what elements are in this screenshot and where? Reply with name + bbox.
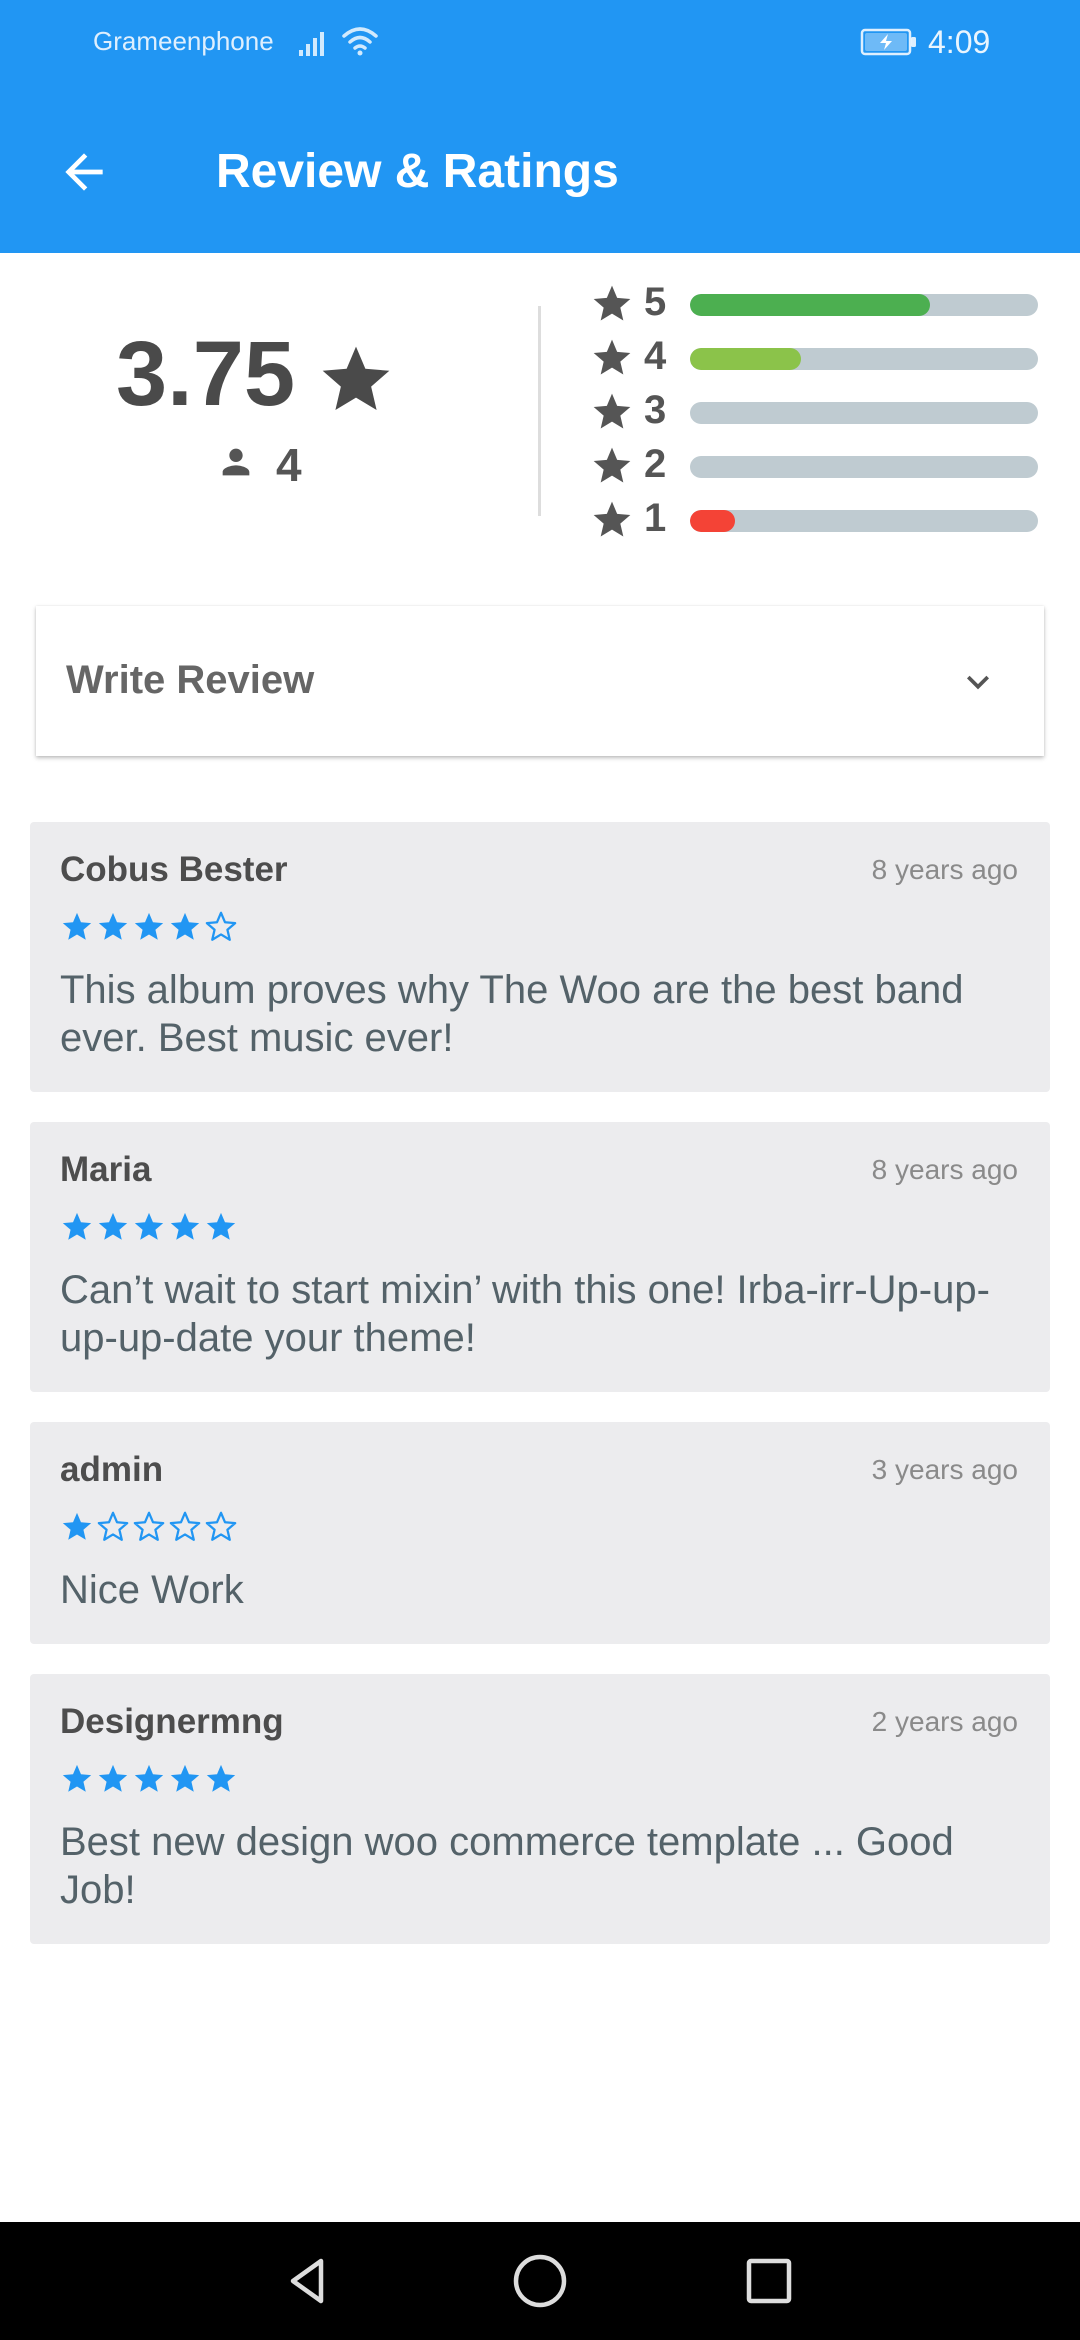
distribution-bar-track <box>690 402 1038 424</box>
review-rating-stars <box>60 910 238 944</box>
star-filled-icon <box>134 1764 164 1792</box>
nav-back-button[interactable] <box>274 2246 344 2316</box>
battery-charging-icon <box>860 28 916 56</box>
nav-home-button[interactable] <box>505 2246 575 2316</box>
distribution-row: 1 <box>590 494 1050 544</box>
distribution-star-label: 2 <box>644 442 667 486</box>
star-icon <box>593 285 631 321</box>
star-filled-icon <box>62 912 92 940</box>
review-time: 2 years ago <box>871 1706 1018 1737</box>
star-outline-icon <box>133 1511 165 1541</box>
arrow-back-icon <box>65 153 103 191</box>
star-outline-icon <box>205 911 237 941</box>
star-filled-icon <box>134 912 164 940</box>
review-rating-stars <box>60 1210 238 1244</box>
review-text: Nice Work <box>60 1568 244 1612</box>
review-card: Maria 8 years ago Can’t wait to start mi… <box>30 1122 1050 1392</box>
page-title: Review & Ratings <box>216 145 619 198</box>
person-icon <box>222 448 250 476</box>
distribution-bar-fill <box>690 348 802 370</box>
star-icon <box>593 501 631 537</box>
distribution-row: 5 <box>590 278 1050 328</box>
distribution-row: 2 <box>590 440 1050 490</box>
distribution-star-label: 4 <box>644 334 667 378</box>
star-filled-icon <box>206 1212 236 1240</box>
reviewer-name: Maria <box>60 1150 152 1189</box>
rating-count: 4 <box>276 439 302 491</box>
review-time: 8 years ago <box>871 1154 1018 1185</box>
write-review-expander[interactable]: Write Review <box>36 606 1044 756</box>
status-time: 4:09 <box>928 24 991 60</box>
review-time: 3 years ago <box>871 1454 1018 1485</box>
review-time: 8 years ago <box>871 854 1018 885</box>
summary-divider <box>538 306 541 516</box>
reviewer-name: Designermng <box>60 1702 284 1741</box>
distribution-star-label: 3 <box>644 388 667 432</box>
star-filled-icon <box>170 912 200 940</box>
star-filled-icon <box>98 1764 128 1792</box>
star-outline-icon <box>97 1511 129 1541</box>
review-card: admin 3 years ago Nice Work <box>30 1422 1050 1644</box>
back-triangle-icon <box>290 2258 324 2304</box>
reviewer-name: Cobus Bester <box>60 850 288 889</box>
star-filled-icon <box>98 1212 128 1240</box>
distribution-bar-track <box>690 348 1038 370</box>
back-button[interactable] <box>48 136 120 208</box>
distribution-star-label: 5 <box>644 280 667 324</box>
distribution-row: 3 <box>590 386 1050 436</box>
distribution-bar-fill <box>690 294 931 316</box>
star-filled-icon <box>134 1212 164 1240</box>
star-filled-icon <box>206 1764 236 1792</box>
star-filled-icon <box>62 1512 92 1540</box>
app-bar: Grameenphone 4:09 Review & Ratings <box>0 0 1080 253</box>
distribution-bar-track <box>690 510 1038 532</box>
distribution-bar-track <box>690 456 1038 478</box>
star-filled-icon <box>62 1764 92 1792</box>
status-carrier: Grameenphone <box>93 26 274 56</box>
write-review-label: Write Review <box>66 658 315 702</box>
star-filled-icon <box>62 1212 92 1240</box>
review-text: Best new design woo commerce template ..… <box>60 1820 954 1912</box>
signal-icon <box>299 32 324 56</box>
star-icon <box>593 447 631 483</box>
star-outline-icon <box>169 1511 201 1541</box>
home-circle-icon <box>513 2254 567 2308</box>
star-icon <box>593 393 631 429</box>
star-icon <box>593 339 631 375</box>
chevron-down-icon[interactable] <box>956 660 1000 704</box>
star-filled-icon <box>170 1764 200 1792</box>
distribution-row: 4 <box>590 332 1050 382</box>
star-icon <box>322 346 390 410</box>
review-card: Designermng 2 years ago Best new design … <box>30 1674 1050 1944</box>
star-outline-icon <box>205 1511 237 1541</box>
wifi-icon <box>342 27 378 56</box>
recents-square-icon <box>746 2258 792 2304</box>
review-text: This album proves why The Woo are the be… <box>60 968 964 1060</box>
review-text: Can’t wait to start mixin’ with this one… <box>60 1268 990 1360</box>
reviewer-name: admin <box>60 1450 164 1489</box>
average-rating-value: 3.75 <box>116 323 296 425</box>
review-rating-stars <box>60 1510 238 1544</box>
star-filled-icon <box>170 1212 200 1240</box>
review-card: Cobus Bester 8 years ago This album prov… <box>30 822 1050 1092</box>
app-root: Grameenphone 4:09 Review & Ratings 3.75 … <box>0 0 1080 2340</box>
distribution-bar-fill <box>690 510 736 532</box>
nav-recents-button[interactable] <box>734 2246 804 2316</box>
system-nav-bar <box>0 2222 1080 2340</box>
distribution-bar-track <box>690 294 1038 316</box>
review-rating-stars <box>60 1762 238 1796</box>
star-filled-icon <box>98 912 128 940</box>
distribution-star-label: 1 <box>644 496 667 540</box>
